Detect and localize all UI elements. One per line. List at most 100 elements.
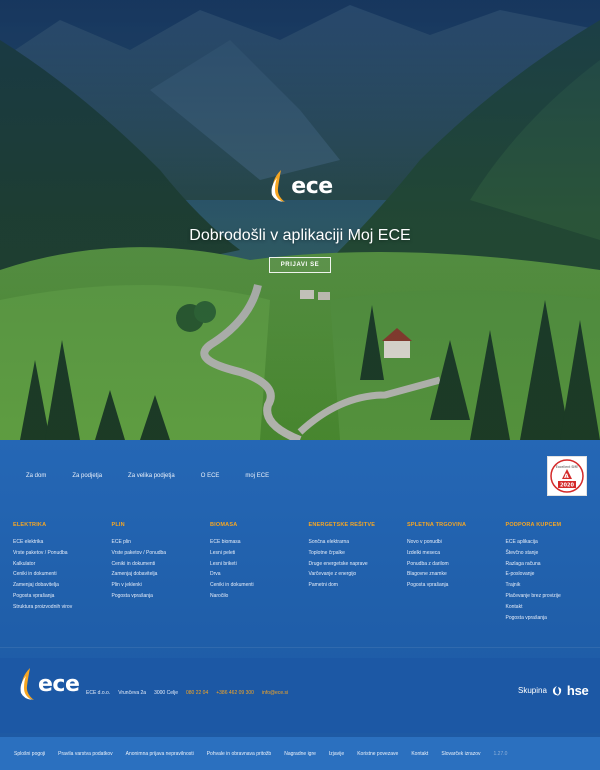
hero-title: Dobrodošli v aplikaciji Moj ECE — [189, 227, 411, 244]
footer-link-columns: ELEKTRIKA ECE elektrika Vrste paketov / Po… — [13, 522, 600, 623]
legal-link[interactable]: Pohvale in obravnava pritožb — [207, 751, 272, 757]
nav-link-za-dom[interactable]: Za dom — [26, 473, 46, 479]
footer-link[interactable]: Kontakt — [506, 602, 600, 613]
nav-link-za-velika-podjetja[interactable]: Za velika podjetja — [128, 473, 175, 479]
footer-link[interactable]: Pogosta vprašanja — [407, 580, 506, 591]
footer-column: ENERGETSKE REŠITVE Sončna elektrarna Toplo… — [309, 522, 408, 623]
footer-link[interactable]: Zamenjaj dobavitelja — [112, 569, 211, 580]
group-prefix: Skupina — [518, 686, 547, 695]
legal-link[interactable]: Slovarček izrazov — [441, 751, 480, 757]
footer-top-nav: Za dom Za podjetja Za velika podjetja O … — [26, 473, 295, 479]
footer-link[interactable]: Novo v ponudbi — [407, 537, 506, 548]
footer-column: ELEKTRIKA ECE elektrika Vrste paketov / Po… — [13, 522, 112, 623]
footer-link[interactable]: Zamenjaj dobavitelja — [13, 580, 112, 591]
legal-link[interactable]: Splošni pogoji — [14, 751, 45, 757]
footer-link[interactable]: Pogosta vprašanja — [506, 613, 600, 624]
footer-link[interactable]: Vrste paketov / Ponudba — [13, 548, 112, 559]
legal-link[interactable]: Koristne povezave — [357, 751, 398, 757]
hero-content: ece Dobrodošli v aplikaciji Moj ECE PRIJ… — [0, 168, 600, 273]
footer-link[interactable]: Pogosta vprašanja — [112, 591, 211, 602]
company-email[interactable]: info@ece.si — [262, 690, 288, 696]
footer-column-list: ECE biomasa Lesni peleti Lesni briketi Drva… — [210, 537, 309, 602]
nav-link-o-ece[interactable]: O ECE — [201, 473, 220, 479]
nav-link-moj-ece[interactable]: moj ECE — [245, 473, 269, 479]
legal-links-bar: Splošni pogoji Pravila varstva podatkov An… — [0, 737, 600, 770]
company-name: ECE d.o.o. — [86, 690, 111, 696]
footer-link[interactable]: Pametni dom — [309, 580, 408, 591]
footer-link[interactable]: Lesni briketi — [210, 559, 309, 570]
footer-link[interactable]: Toplotne črpalke — [309, 548, 408, 559]
legal-link[interactable]: Kontakt — [411, 751, 428, 757]
company-info: ECE d.o.o. Vrunčeva 2a 3000 Celje 080 22… — [86, 690, 288, 696]
legal-link[interactable]: Izjavije — [329, 751, 344, 757]
footer-link[interactable]: ECE plin — [112, 537, 211, 548]
footer-brand-row: ece ECE d.o.o. Vrunčeva 2a 3000 Celje 08… — [0, 658, 600, 733]
footer-column: PLIN ECE plin Vrste paketov / Ponudba Cenik… — [112, 522, 211, 623]
company-street: Vrunčeva 2a — [118, 690, 147, 696]
legal-link[interactable]: Nagradne igre — [284, 751, 316, 757]
footer-link[interactable]: Druge energetske naprave — [309, 559, 408, 570]
footer-link[interactable]: Drva — [210, 569, 309, 580]
footer-link[interactable]: Lesni peleti — [210, 548, 309, 559]
footer-link[interactable]: Izdelki meseca — [407, 548, 506, 559]
footer-column-title[interactable]: PODPORA KUPCEM — [506, 522, 600, 528]
footer-link[interactable]: ECE aplikacija — [506, 537, 600, 548]
footer-link[interactable]: Števčno stanje — [506, 548, 600, 559]
legal-link[interactable]: Anonimna prijava nepravilnosti — [126, 751, 194, 757]
footer-divider — [0, 647, 600, 648]
company-phone-free[interactable]: 080 22 04 — [186, 690, 208, 696]
footer-column-title[interactable]: BIOMASA — [210, 522, 309, 528]
footer-column: SPLETNA TRGOVINA Novo v ponudbi Izdelki me… — [407, 522, 506, 623]
excellent-sme-badge[interactable]: Excellent SME A 2020 — [547, 456, 587, 496]
footer-column-title[interactable]: ELEKTRIKA — [13, 522, 112, 528]
svg-text:A: A — [564, 473, 569, 480]
footer-column-list: Sončna elektrarna Toplotne črpalke Druge e… — [309, 537, 408, 591]
footer-link[interactable]: Varčevanje z energijo — [309, 569, 408, 580]
hero-banner: ece Dobrodošli v aplikaciji Moj ECE PRIJ… — [0, 0, 600, 440]
footer-link[interactable]: Naročilo — [210, 591, 309, 602]
footer-link[interactable]: Razlaga računa — [506, 559, 600, 570]
footer-column-list: ECE elektrika Vrste paketov / Ponudba Kalk… — [13, 537, 112, 613]
svg-text:Excellent SME: Excellent SME — [556, 465, 578, 469]
award-seal-icon: Excellent SME A 2020 — [550, 459, 584, 493]
login-button[interactable]: PRIJAVI SE — [268, 257, 332, 273]
footer-link[interactable]: Pogosta vprašanja — [13, 591, 112, 602]
logo-text: ece — [38, 671, 80, 697]
footer-link[interactable]: Ponudba z darilom — [407, 559, 506, 570]
footer-ece-logo[interactable]: ece — [16, 666, 80, 702]
hse-swirl-icon — [552, 685, 562, 696]
footer-link[interactable]: Ceniki in dokumenti — [112, 559, 211, 570]
footer-link[interactable]: Plin v jeklenki — [112, 580, 211, 591]
footer-column-list: ECE plin Vrste paketov / Ponudba Ceniki in… — [112, 537, 211, 602]
footer-column: BIOMASA ECE biomasa Lesni peleti Lesni brik… — [210, 522, 309, 623]
footer-column-title[interactable]: PLIN — [112, 522, 211, 528]
footer-link[interactable]: Blagovne znamke — [407, 569, 506, 580]
footer-column-list: ECE aplikacija Števčno stanje Razlaga raču… — [506, 537, 600, 623]
site-footer: Za dom Za podjetja Za velika podjetja O … — [0, 440, 600, 770]
footer-link[interactable]: Trajnik — [506, 580, 600, 591]
footer-column: PODPORA KUPCEM ECE aplikacija Števčno stan… — [506, 522, 600, 623]
nav-link-za-podjetja[interactable]: Za podjetja — [72, 473, 102, 479]
footer-column-title[interactable]: SPLETNA TRGOVINA — [407, 522, 506, 528]
footer-link[interactable]: Vrste paketov / Ponudba — [112, 548, 211, 559]
hse-group-logo[interactable]: Skupina hse — [518, 683, 589, 698]
ece-logo[interactable]: ece — [267, 168, 333, 204]
footer-link[interactable]: ECE biomasa — [210, 537, 309, 548]
company-phone[interactable]: +386 462 09 300 — [216, 690, 254, 696]
footer-link[interactable]: Kalkulator — [13, 559, 112, 570]
footer-link[interactable]: E-poslovanje — [506, 569, 600, 580]
footer-column-title[interactable]: ENERGETSKE REŠITVE — [309, 522, 408, 528]
flame-icon — [20, 668, 34, 700]
company-city: 3000 Celje — [154, 690, 178, 696]
footer-link[interactable]: Struktura proizvodnih virov — [13, 602, 112, 613]
group-name: hse — [566, 683, 589, 698]
footer-link[interactable]: ECE elektrika — [13, 537, 112, 548]
svg-text:2020: 2020 — [560, 483, 574, 489]
footer-link[interactable]: Ceniki in dokumenti — [13, 569, 112, 580]
footer-column-list: Novo v ponudbi Izdelki meseca Ponudba z da… — [407, 537, 506, 591]
footer-link[interactable]: Plačevanje brez provizije — [506, 591, 600, 602]
footer-link[interactable]: Sončna elektrarna — [309, 537, 408, 548]
footer-link[interactable]: Ceniki in dokumenti — [210, 580, 309, 591]
legal-link[interactable]: Pravila varstva podatkov — [58, 751, 112, 757]
app-version: 1.27.0 — [493, 750, 508, 757]
